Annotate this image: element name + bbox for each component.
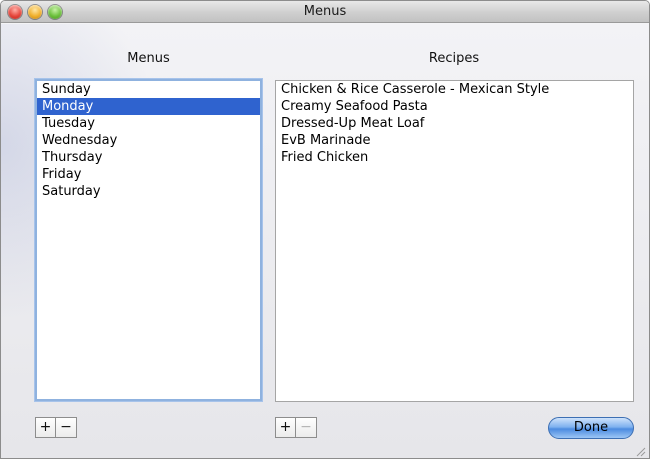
menu-item-monday[interactable]: Monday: [37, 98, 260, 115]
remove-menu-button[interactable]: −: [56, 417, 77, 438]
menus-list[interactable]: Sunday Monday Tuesday Wednesday Thursday…: [35, 79, 262, 401]
add-recipe-button[interactable]: +: [275, 417, 296, 438]
menu-item-friday[interactable]: Friday: [37, 166, 260, 183]
menus-label: Menus: [127, 51, 170, 66]
menus-add-remove-control: + −: [35, 417, 77, 438]
title-bar[interactable]: Menus: [1, 1, 649, 23]
recipe-item[interactable]: Chicken & Rice Casserole - Mexican Style: [276, 81, 633, 98]
recipe-item[interactable]: EvB Marinade: [276, 132, 633, 149]
menu-item-tuesday[interactable]: Tuesday: [37, 115, 260, 132]
recipe-item[interactable]: Fried Chicken: [276, 149, 633, 166]
add-menu-button[interactable]: +: [35, 417, 56, 438]
window-title: Menus: [303, 4, 347, 19]
menu-item-thursday[interactable]: Thursday: [37, 149, 260, 166]
recipes-add-remove-control: + −: [275, 417, 317, 438]
resize-grip-icon[interactable]: [634, 445, 646, 457]
recipes-label: Recipes: [428, 51, 480, 66]
menu-item-wednesday[interactable]: Wednesday: [37, 132, 260, 149]
recipes-list[interactable]: Chicken & Rice Casserole - Mexican Style…: [275, 80, 634, 402]
window-content: Menus Recipes Sunday Monday Tuesday Wedn…: [1, 24, 649, 458]
recipe-item[interactable]: Dressed-Up Meat Loaf: [276, 115, 633, 132]
recipe-item[interactable]: Creamy Seafood Pasta: [276, 98, 633, 115]
remove-recipe-button[interactable]: −: [296, 417, 317, 438]
menu-item-sunday[interactable]: Sunday: [37, 81, 260, 98]
menu-item-saturday[interactable]: Saturday: [37, 183, 260, 200]
done-button[interactable]: Done: [548, 417, 634, 439]
menus-window: Menus Menus Recipes Sunday Monday Tuesda…: [0, 0, 650, 459]
